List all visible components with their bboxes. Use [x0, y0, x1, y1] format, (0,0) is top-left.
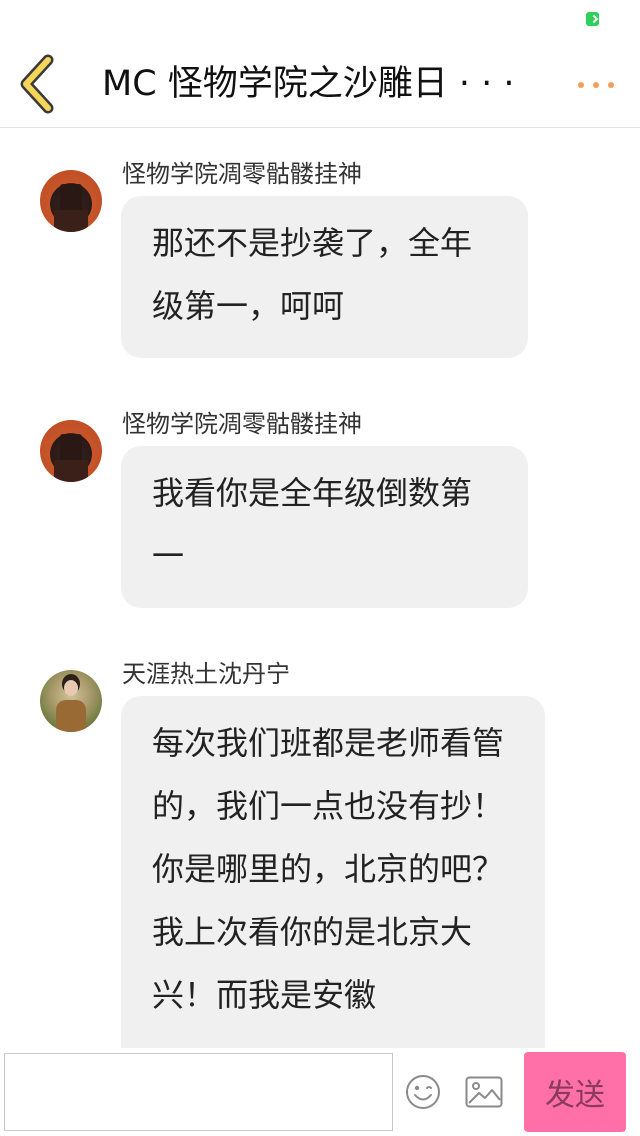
image-icon	[465, 1076, 503, 1108]
image-button[interactable]	[465, 1076, 503, 1108]
smiley-icon	[406, 1075, 440, 1109]
more-dot	[608, 82, 614, 88]
composer-bar: 发送	[0, 1048, 640, 1136]
avatar[interactable]	[40, 670, 102, 732]
emoji-button[interactable]	[405, 1074, 441, 1110]
message-bubble[interactable]: 那还不是抄袭了，全年级第一，呵呵	[121, 196, 528, 358]
back-button[interactable]	[18, 54, 62, 114]
page-title: MC 怪物学院之沙雕日 · · ·	[102, 64, 515, 104]
send-button[interactable]: 发送	[524, 1052, 626, 1132]
battery-icon	[586, 12, 599, 26]
avatar[interactable]	[40, 170, 102, 232]
message-bubble[interactable]: 我看你是全年级倒数第一	[121, 446, 528, 608]
message-list[interactable]: 怪物学院凋零骷髅挂神 那还不是抄袭了，全年级第一，呵呵 怪物学院凋零骷髅挂神 我…	[0, 128, 640, 1048]
avatar[interactable]	[40, 420, 102, 482]
sender-name: 天涯热土沈丹宁	[122, 660, 290, 688]
more-dots-icon	[578, 82, 584, 88]
message-bubble[interactable]: 每次我们班都是老师看管的，我们一点也没有抄！你是哪里的，北京的吧？我上次看你的是…	[121, 696, 545, 1048]
header: MC 怪物学院之沙雕日 · · ·	[0, 40, 640, 128]
sender-name: 怪物学院凋零骷髅挂神	[122, 410, 362, 438]
sender-name: 怪物学院凋零骷髅挂神	[122, 160, 362, 188]
chat-screen: MC 怪物学院之沙雕日 · · · 怪物学院凋零骷髅挂神 那还不是抄袭了，全年级…	[0, 0, 640, 1136]
chevron-left-icon	[20, 54, 54, 114]
more-dot	[593, 82, 599, 88]
message-input[interactable]	[4, 1053, 393, 1131]
status-bar	[0, 0, 640, 40]
more-button[interactable]	[574, 70, 618, 100]
